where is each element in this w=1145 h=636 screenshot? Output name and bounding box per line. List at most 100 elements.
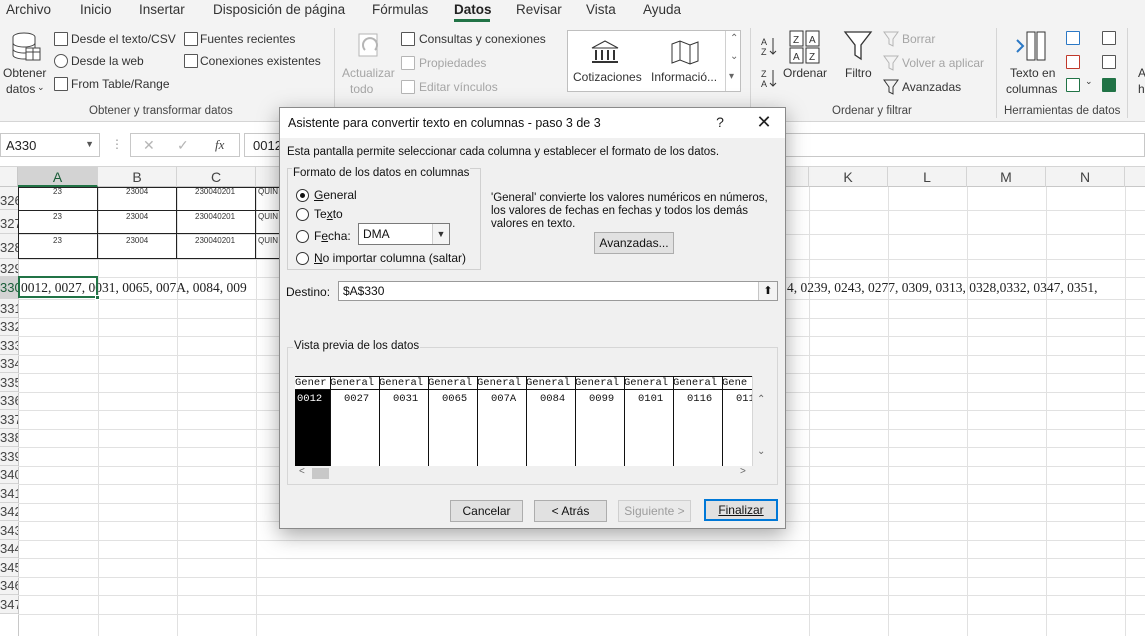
table-cell[interactable]: 23004 xyxy=(126,236,148,245)
row-header[interactable]: 333 xyxy=(0,336,18,355)
next-button[interactable]: Siguiente > xyxy=(618,500,691,522)
preview-column-header[interactable]: Gene xyxy=(722,376,752,390)
relationships-icon[interactable] xyxy=(1102,55,1116,69)
clear-button[interactable]: Borrar xyxy=(902,32,935,46)
chevron-down-icon[interactable]: ⌄ xyxy=(1085,76,1093,87)
tab-ayuda[interactable]: Ayuda xyxy=(643,2,681,17)
existing-connections-button[interactable]: Conexiones existentes xyxy=(200,54,321,68)
row-header[interactable]: 334 xyxy=(0,355,18,373)
row-header[interactable]: 339 xyxy=(0,447,18,466)
cancel-button[interactable]: Cancelar xyxy=(450,500,523,522)
preview-column-header[interactable]: General xyxy=(379,376,429,390)
scrollbar-thumb[interactable] xyxy=(312,468,329,479)
radio-button[interactable] xyxy=(296,188,309,202)
advanced-button[interactable]: Avanzadas... xyxy=(594,232,674,254)
table-cell[interactable]: 23004 xyxy=(126,187,148,196)
column-header-j[interactable] xyxy=(785,167,809,187)
tab-revisar[interactable]: Revisar xyxy=(516,2,562,17)
preview-column-header[interactable]: General xyxy=(477,376,527,390)
date-format-select[interactable]: DMA ▼ xyxy=(358,223,450,245)
preview-column-header[interactable]: General xyxy=(624,376,674,390)
fill-handle[interactable] xyxy=(95,295,100,300)
geography-button[interactable]: Informació... xyxy=(651,70,717,84)
remove-duplicates-icon[interactable] xyxy=(1066,55,1080,69)
cancel-icon[interactable]: ✕ xyxy=(143,137,155,154)
row-header[interactable]: 345 xyxy=(0,558,18,577)
radio-skip[interactable]: No importar columna (saltar) xyxy=(296,250,466,266)
row-header[interactable]: 338 xyxy=(0,429,18,447)
column-header-d[interactable] xyxy=(256,167,280,187)
tab-formulas[interactable]: Fórmulas xyxy=(372,2,428,17)
radio-date[interactable]: Fecha: xyxy=(296,228,351,244)
preview-column-header[interactable]: General xyxy=(575,376,625,390)
preview-column-header[interactable]: General xyxy=(330,376,380,390)
enter-icon[interactable]: ✓ xyxy=(177,137,189,154)
sort-za-icon[interactable]: Z A xyxy=(760,68,778,88)
consolidate-icon[interactable] xyxy=(1102,31,1116,45)
filter-button[interactable]: Filtro xyxy=(845,66,872,80)
preview-column-header[interactable]: General xyxy=(673,376,723,390)
row-header[interactable]: 329 xyxy=(0,259,18,277)
radio-button[interactable] xyxy=(296,251,309,265)
tab-insertar[interactable]: Insertar xyxy=(139,2,185,17)
column-header-b[interactable]: B xyxy=(98,167,177,187)
chevron-up-icon[interactable]: ⌃ xyxy=(730,33,738,44)
row-header[interactable]: 342 xyxy=(0,503,18,521)
row-header[interactable]: 336 xyxy=(0,392,18,410)
table-cell[interactable]: QUIN xyxy=(258,212,278,221)
flash-fill-icon[interactable] xyxy=(1066,31,1080,45)
dialog-titlebar[interactable]: Asistente para convertir texto en column… xyxy=(280,108,785,138)
data-types-gallery[interactable]: Cotizaciones Informació... ⌃ ⌄ ▾ xyxy=(567,30,741,92)
data-model-icon[interactable] xyxy=(1102,78,1116,92)
data-validation-icon[interactable] xyxy=(1066,78,1080,92)
preview-column-header[interactable]: General xyxy=(526,376,576,390)
radio-text[interactable]: Texto xyxy=(296,206,343,222)
chevron-down-icon[interactable]: ▼ xyxy=(85,139,94,149)
queries-connections-button[interactable]: Consultas y conexiones xyxy=(419,32,546,46)
chevron-left-icon[interactable]: < xyxy=(299,466,305,477)
finish-button[interactable]: Finalizar xyxy=(704,499,778,521)
chevron-down-icon[interactable]: ⌄ xyxy=(757,446,765,457)
row-header[interactable]: 327 xyxy=(0,210,18,234)
tab-inicio[interactable]: Inicio xyxy=(80,2,112,17)
sort-button[interactable]: Ordenar xyxy=(783,66,827,80)
chevron-down-icon[interactable]: ⌄ xyxy=(730,51,738,62)
table-cell[interactable]: 230040201 xyxy=(195,187,235,196)
sort-az-icon[interactable]: A Z xyxy=(760,36,778,56)
column-header-m[interactable]: M xyxy=(967,167,1046,187)
table-cell[interactable]: 23 xyxy=(53,236,62,245)
preview-column-header[interactable]: Gener xyxy=(295,376,331,390)
active-cell-border[interactable] xyxy=(18,276,98,298)
collapse-dialog-icon[interactable]: ⬆ xyxy=(758,282,777,300)
cut-off-button-label[interactable]: A xyxy=(1138,66,1145,80)
gallery-scroll[interactable]: ⌃ ⌄ ▾ xyxy=(725,31,741,91)
gallery-expand-icon[interactable]: ▾ xyxy=(729,71,734,82)
stocks-button[interactable]: Cotizaciones xyxy=(573,70,642,84)
radio-button[interactable] xyxy=(296,229,309,243)
row-header[interactable]: 326 xyxy=(0,187,18,210)
chevron-right-icon[interactable]: > xyxy=(740,466,746,477)
select-all-corner[interactable] xyxy=(0,167,18,187)
table-cell[interactable]: 230040201 xyxy=(195,236,235,245)
row-header[interactable]: 343 xyxy=(0,521,18,540)
table-cell[interactable]: QUIN xyxy=(258,236,278,245)
row-header[interactable]: 340 xyxy=(0,466,18,484)
table-cell[interactable]: 23 xyxy=(53,212,62,221)
row-header[interactable]: 335 xyxy=(0,373,18,392)
preview-horizontal-scrollbar[interactable]: < > xyxy=(295,466,753,480)
row-header[interactable]: 337 xyxy=(0,410,18,429)
column-header-k[interactable]: K xyxy=(809,167,888,187)
back-button[interactable]: < Atrás xyxy=(534,500,607,522)
radio-general[interactable]: General xyxy=(296,187,357,203)
insert-function-icon[interactable]: fx xyxy=(215,137,224,153)
from-table-range-button[interactable]: From Table/Range xyxy=(71,77,170,91)
name-box[interactable]: A330 ▼ xyxy=(0,133,100,157)
row-header[interactable]: 344 xyxy=(0,540,18,558)
row-header[interactable]: 332 xyxy=(0,318,18,336)
tab-archivo[interactable]: Archivo xyxy=(6,2,51,17)
properties-button[interactable]: Propiedades xyxy=(419,56,486,70)
table-cell[interactable]: 230040201 xyxy=(195,212,235,221)
table-cell[interactable]: QUIN xyxy=(258,187,278,196)
radio-button[interactable] xyxy=(296,207,309,221)
row-header-selected[interactable]: 330 xyxy=(0,277,18,299)
